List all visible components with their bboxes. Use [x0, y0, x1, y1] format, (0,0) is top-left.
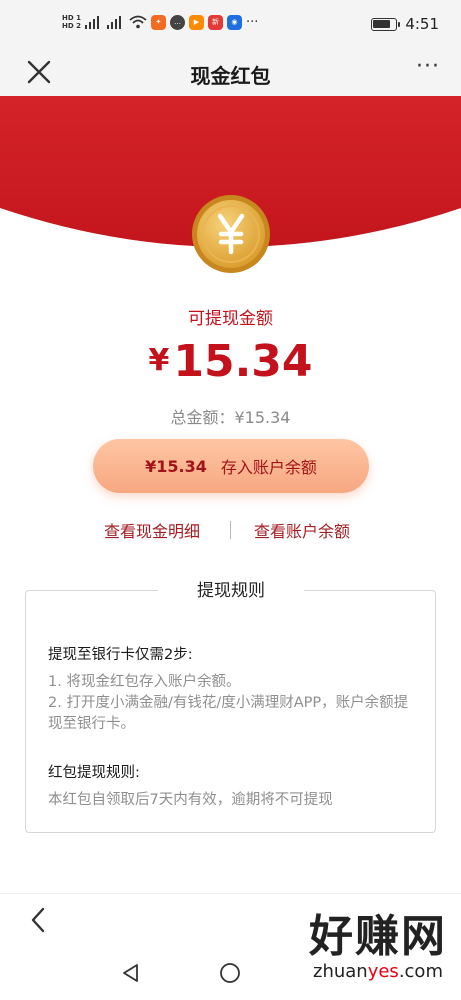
system-home-icon[interactable] [219, 962, 241, 984]
battery-icon [371, 17, 401, 31]
sim1-label: HD 1 [62, 14, 81, 22]
rule-step: 2. 打开度小满金融/有钱花/度小满理财APP，账户余额提现至银行卡。 [48, 695, 409, 732]
total-amount: 总金额：¥15.34 [170, 408, 291, 427]
watermark: 好赚网 zhuanyes.com [309, 912, 447, 982]
more-options-icon[interactable]: ··· [413, 56, 443, 84]
rules-title-wrap: 提现规则 [158, 578, 304, 604]
rule-step: 1. 将现金红包存入账户余额。 [48, 674, 241, 690]
rule-heading: 红包提现规则: [48, 765, 140, 781]
nav-bar: 现金红包 ··· [0, 48, 461, 96]
page-title: 现金红包 [190, 64, 271, 88]
signal-icon [84, 15, 103, 29]
view-account-balance-link[interactable]: 查看账户余额 [254, 518, 350, 542]
rules-title: 提现规则 [197, 581, 265, 601]
watermark-url: zhuanyes.com [309, 962, 447, 982]
news-notification-icon: 新 [207, 14, 223, 30]
deposit-label: 存入账户余额 [220, 458, 317, 477]
chat-notification-icon: … [169, 14, 185, 30]
clock: 4:51 [405, 15, 439, 33]
deposit-to-balance-button[interactable]: ¥15.34 存入账户余额 [93, 439, 369, 493]
withdrawable-amount: ¥15.34 [0, 336, 461, 387]
watermark-url-prefix: zhuan [313, 961, 368, 982]
deposit-amount: ¥15.34 [145, 456, 207, 476]
app-notification-icon: ✦ [150, 14, 166, 30]
system-back-icon[interactable] [120, 962, 142, 984]
view-cash-detail-link[interactable]: 查看现金明细 [104, 518, 200, 542]
yuan-coin-icon [192, 195, 270, 273]
rule-heading: 提现至银行卡仅需2步: [48, 647, 193, 663]
more-notifications-icon: ··· [245, 14, 259, 30]
wifi-icon [129, 15, 147, 29]
bulb-notification-icon: ◉ [226, 14, 242, 30]
watermark-url-suffix: .com [398, 961, 443, 982]
status-bar: HD 1 HD 2 ✦ … ▶ 新 ◉ ··· 4:51 [0, 0, 461, 48]
divider [230, 521, 231, 539]
sim-indicator: HD 1 HD 2 [62, 14, 81, 30]
signal-icon [106, 15, 125, 29]
watermark-brand: 好赚网 [309, 911, 447, 962]
watermark-url-highlight: yes [367, 961, 399, 982]
divider [0, 893, 461, 894]
rule-text: 本红包自领取后7天内有效，逾期将不可提现 [48, 792, 333, 808]
currency-symbol: ¥ [148, 343, 170, 378]
video-notification-icon: ▶ [188, 14, 204, 30]
withdrawable-label: 可提现金额 [188, 309, 273, 329]
amount-value: 15.34 [173, 336, 313, 387]
back-arrow-icon[interactable] [28, 905, 48, 935]
links-row: 查看现金明细 查看账户余额 [0, 518, 461, 542]
rules-content: 提现至银行卡仅需2步: 1. 将现金红包存入账户余额。 2. 打开度小满金融/有… [48, 645, 418, 811]
sim2-label: HD 2 [62, 22, 81, 30]
